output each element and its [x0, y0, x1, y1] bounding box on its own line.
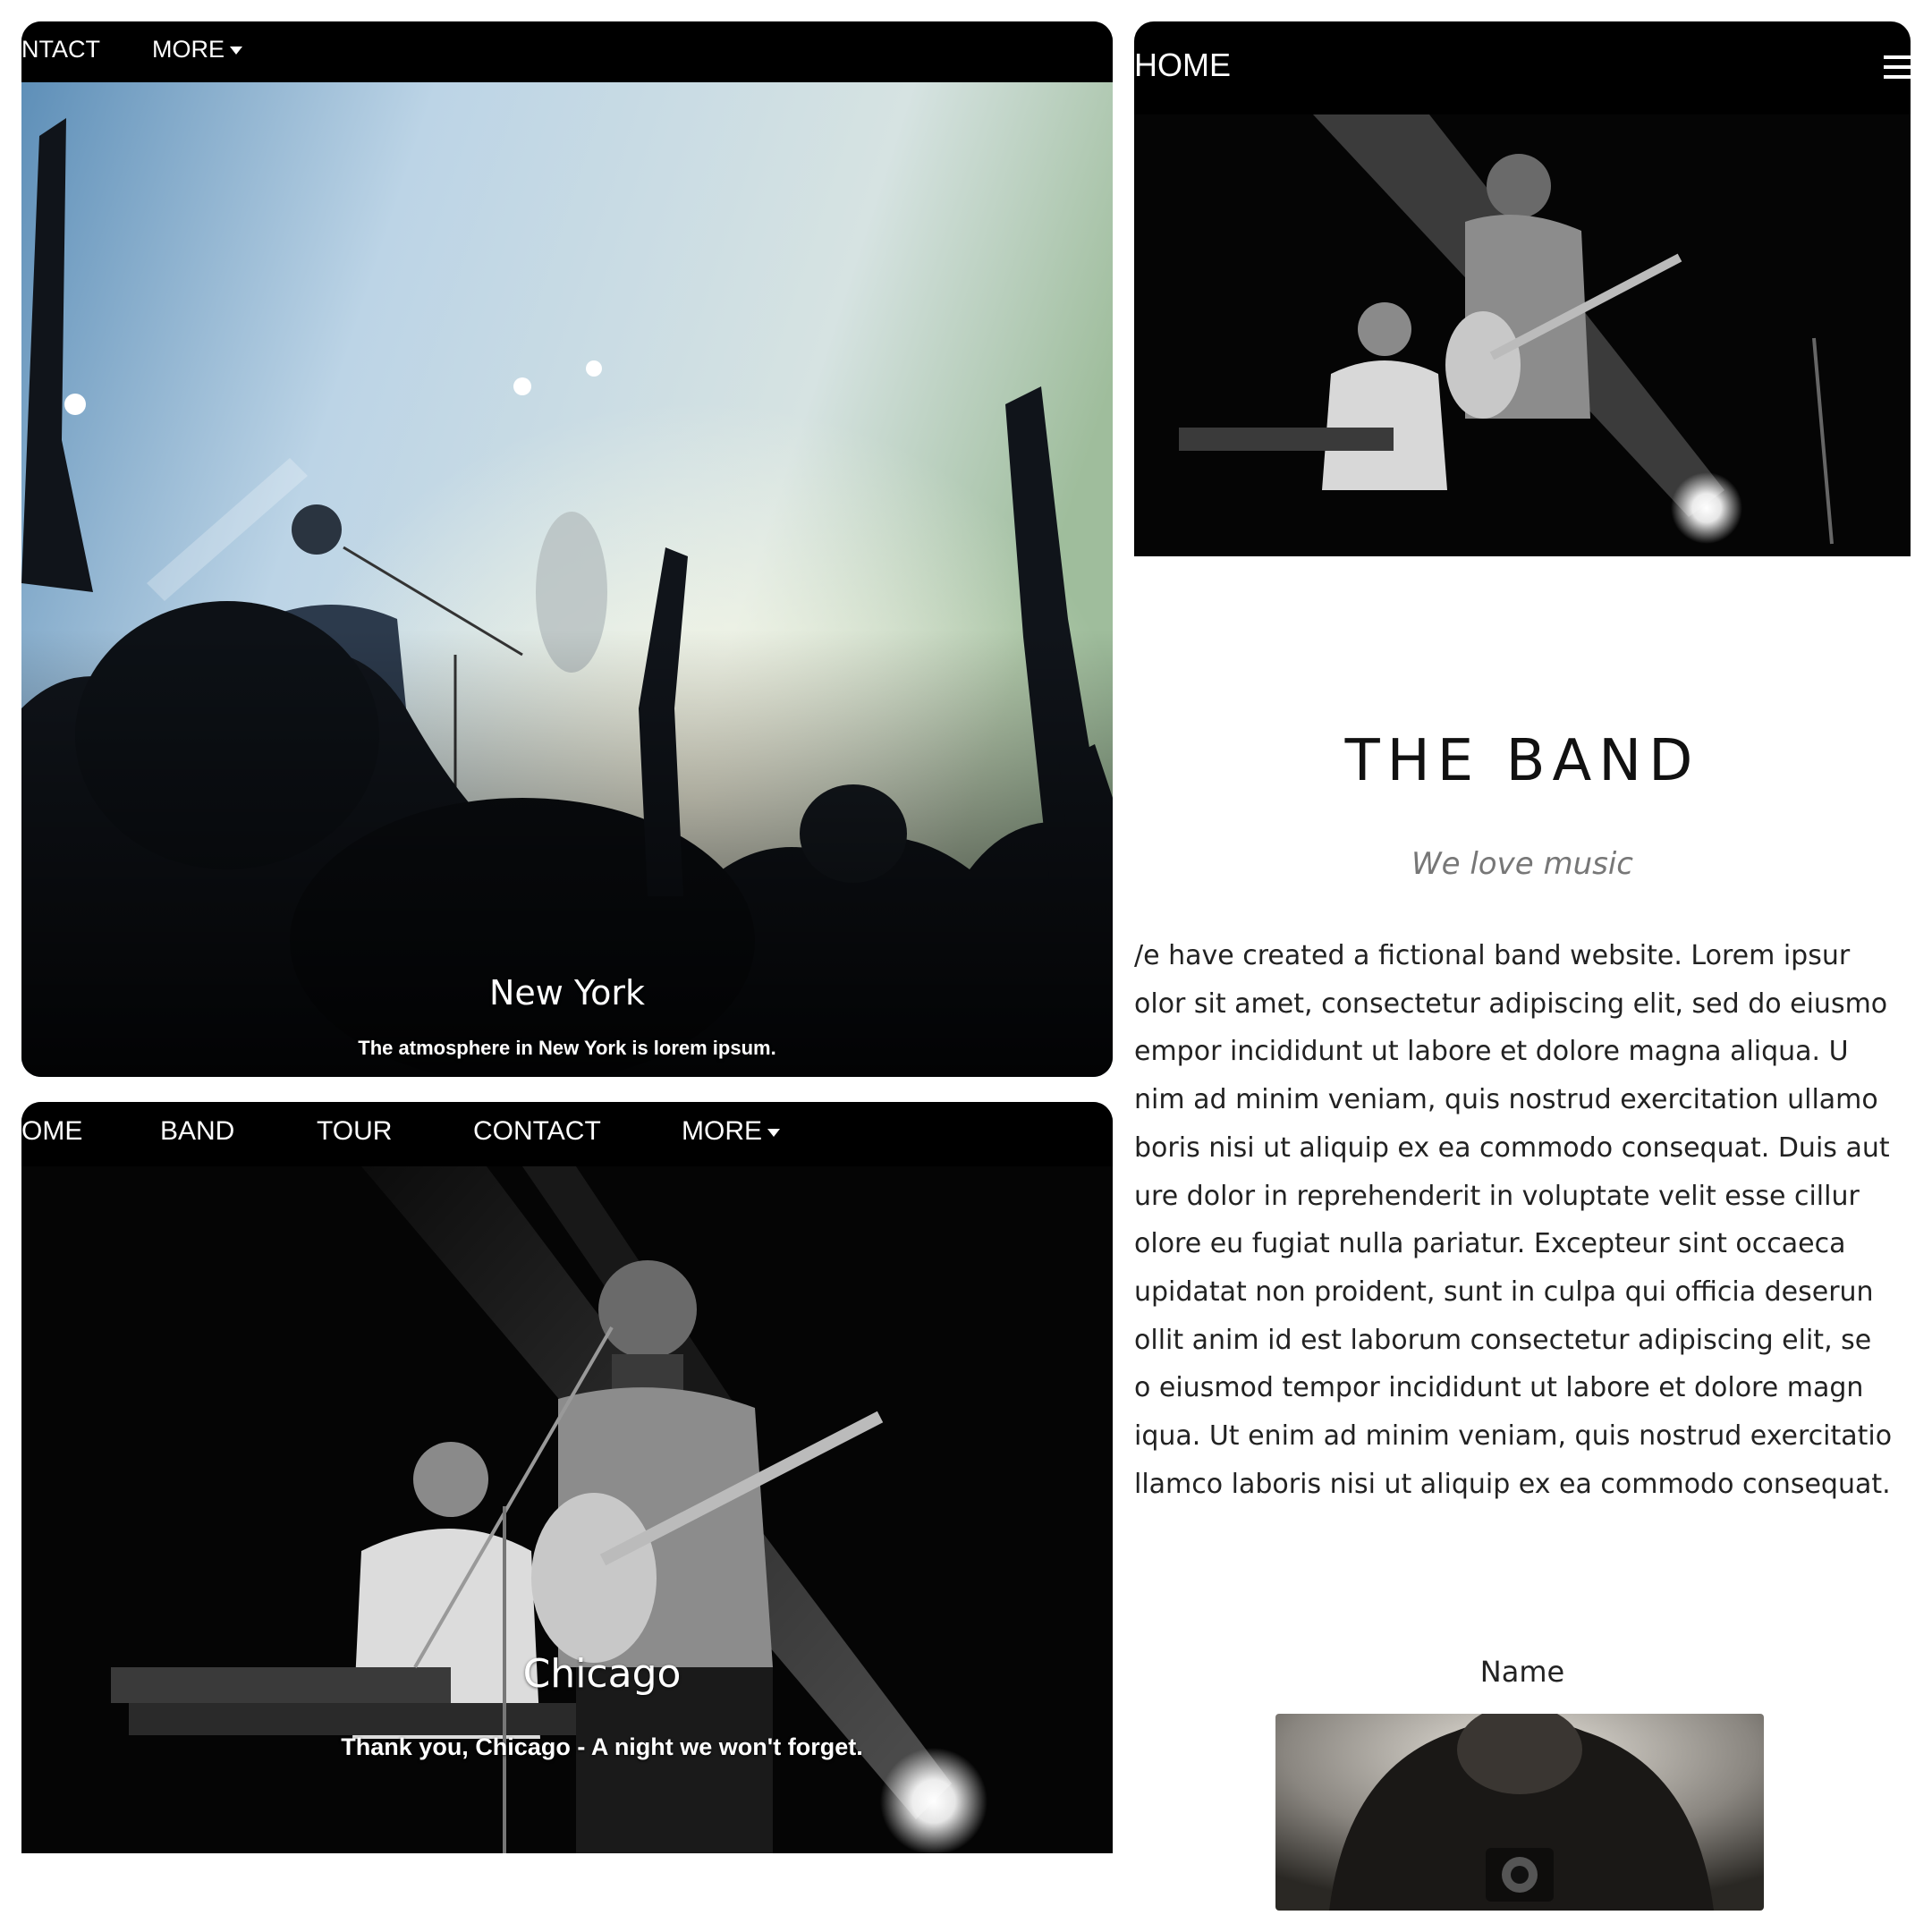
slide-caption-title: Chicago	[522, 1651, 682, 1697]
caret-down-icon	[767, 1128, 780, 1137]
description-line: boris nisi ut aliquip ex ea commodo cons…	[1134, 1131, 1890, 1164]
nav-more-label: MORE	[152, 36, 225, 63]
mobile-navbar: HOME	[1134, 21, 1911, 114]
slide-caption-title: New York	[488, 973, 645, 1013]
description-line: nim ad minim veniam, quis nostrud exerci…	[1134, 1084, 1878, 1116]
description-line: llamco laboris nisi ut aliquip ex ea com…	[1134, 1468, 1891, 1500]
slide-caption-text: Thank you, Chicago - A night we won't fo…	[341, 1733, 863, 1760]
band-hero-photo	[1134, 114, 1911, 556]
description-line: /e have created a fictional band website…	[1134, 940, 1851, 971]
nav-contact-link[interactable]: NTACT	[21, 36, 100, 64]
description-line: empor incididunt ut labore et dolore mag…	[1134, 1036, 1849, 1068]
nav-band-link[interactable]: BAND	[160, 1116, 234, 1147]
nav-tour-link[interactable]: TOUR	[317, 1116, 392, 1147]
top-navbar: NTACT MORE	[21, 21, 1113, 82]
band-hero-image	[1134, 114, 1911, 556]
description-line: upidatat non proident, sunt in culpa qui…	[1134, 1275, 1874, 1308]
member-portrait-image	[1275, 1714, 1764, 1911]
top-navbar: OME BAND TOUR CONTACT MORE	[21, 1102, 1113, 1166]
description-line: olore eu fugiat nulla pariatur. Excepteu…	[1134, 1228, 1846, 1260]
mobile-band-page-panel: HOME THE BAND We love music /e have crea…	[1134, 21, 1911, 1911]
band-tagline: We love music	[1411, 846, 1633, 882]
description-line: ollit anim id est laborum consectetur ad…	[1134, 1324, 1872, 1356]
description-line: ure dolor in reprehenderit in voluptate …	[1134, 1180, 1860, 1212]
nav-more-dropdown[interactable]: MORE	[682, 1116, 780, 1147]
band-member-photo	[1275, 1714, 1764, 1911]
new-york-slide-panel: NTACT MORE New York The atmosphere in Ne…	[21, 21, 1113, 1077]
description-line: iqua. Ut enim ad minim veniam, quis nost…	[1134, 1420, 1893, 1453]
hamburger-menu-icon[interactable]	[1884, 55, 1911, 79]
description-line: olor sit amet, consectetur adipiscing el…	[1134, 987, 1888, 1020]
caret-down-icon	[230, 47, 242, 55]
chicago-slide-panel: OME BAND TOUR CONTACT MORE Chicago Thank…	[21, 1102, 1113, 1853]
new-york-concert-photo	[21, 82, 1113, 1077]
band-member-name: Name	[1479, 1655, 1565, 1689]
nav-more-dropdown[interactable]: MORE	[152, 36, 242, 64]
nav-more-label: MORE	[682, 1116, 762, 1146]
nav-contact-link[interactable]: CONTACT	[473, 1116, 601, 1147]
band-section-title: THE BAND	[1344, 728, 1700, 794]
concert-crowd-image	[21, 82, 1113, 1077]
band-description: /e have created a fictional band website…	[1134, 932, 1911, 1508]
slide-caption-text: The atmosphere in New York is lorem ipsu…	[358, 1037, 776, 1059]
description-line: o eiusmod tempor incididunt ut labore et…	[1134, 1372, 1864, 1404]
nav-home-link[interactable]: OME	[21, 1116, 82, 1147]
nav-home-link[interactable]: HOME	[1134, 47, 1231, 84]
